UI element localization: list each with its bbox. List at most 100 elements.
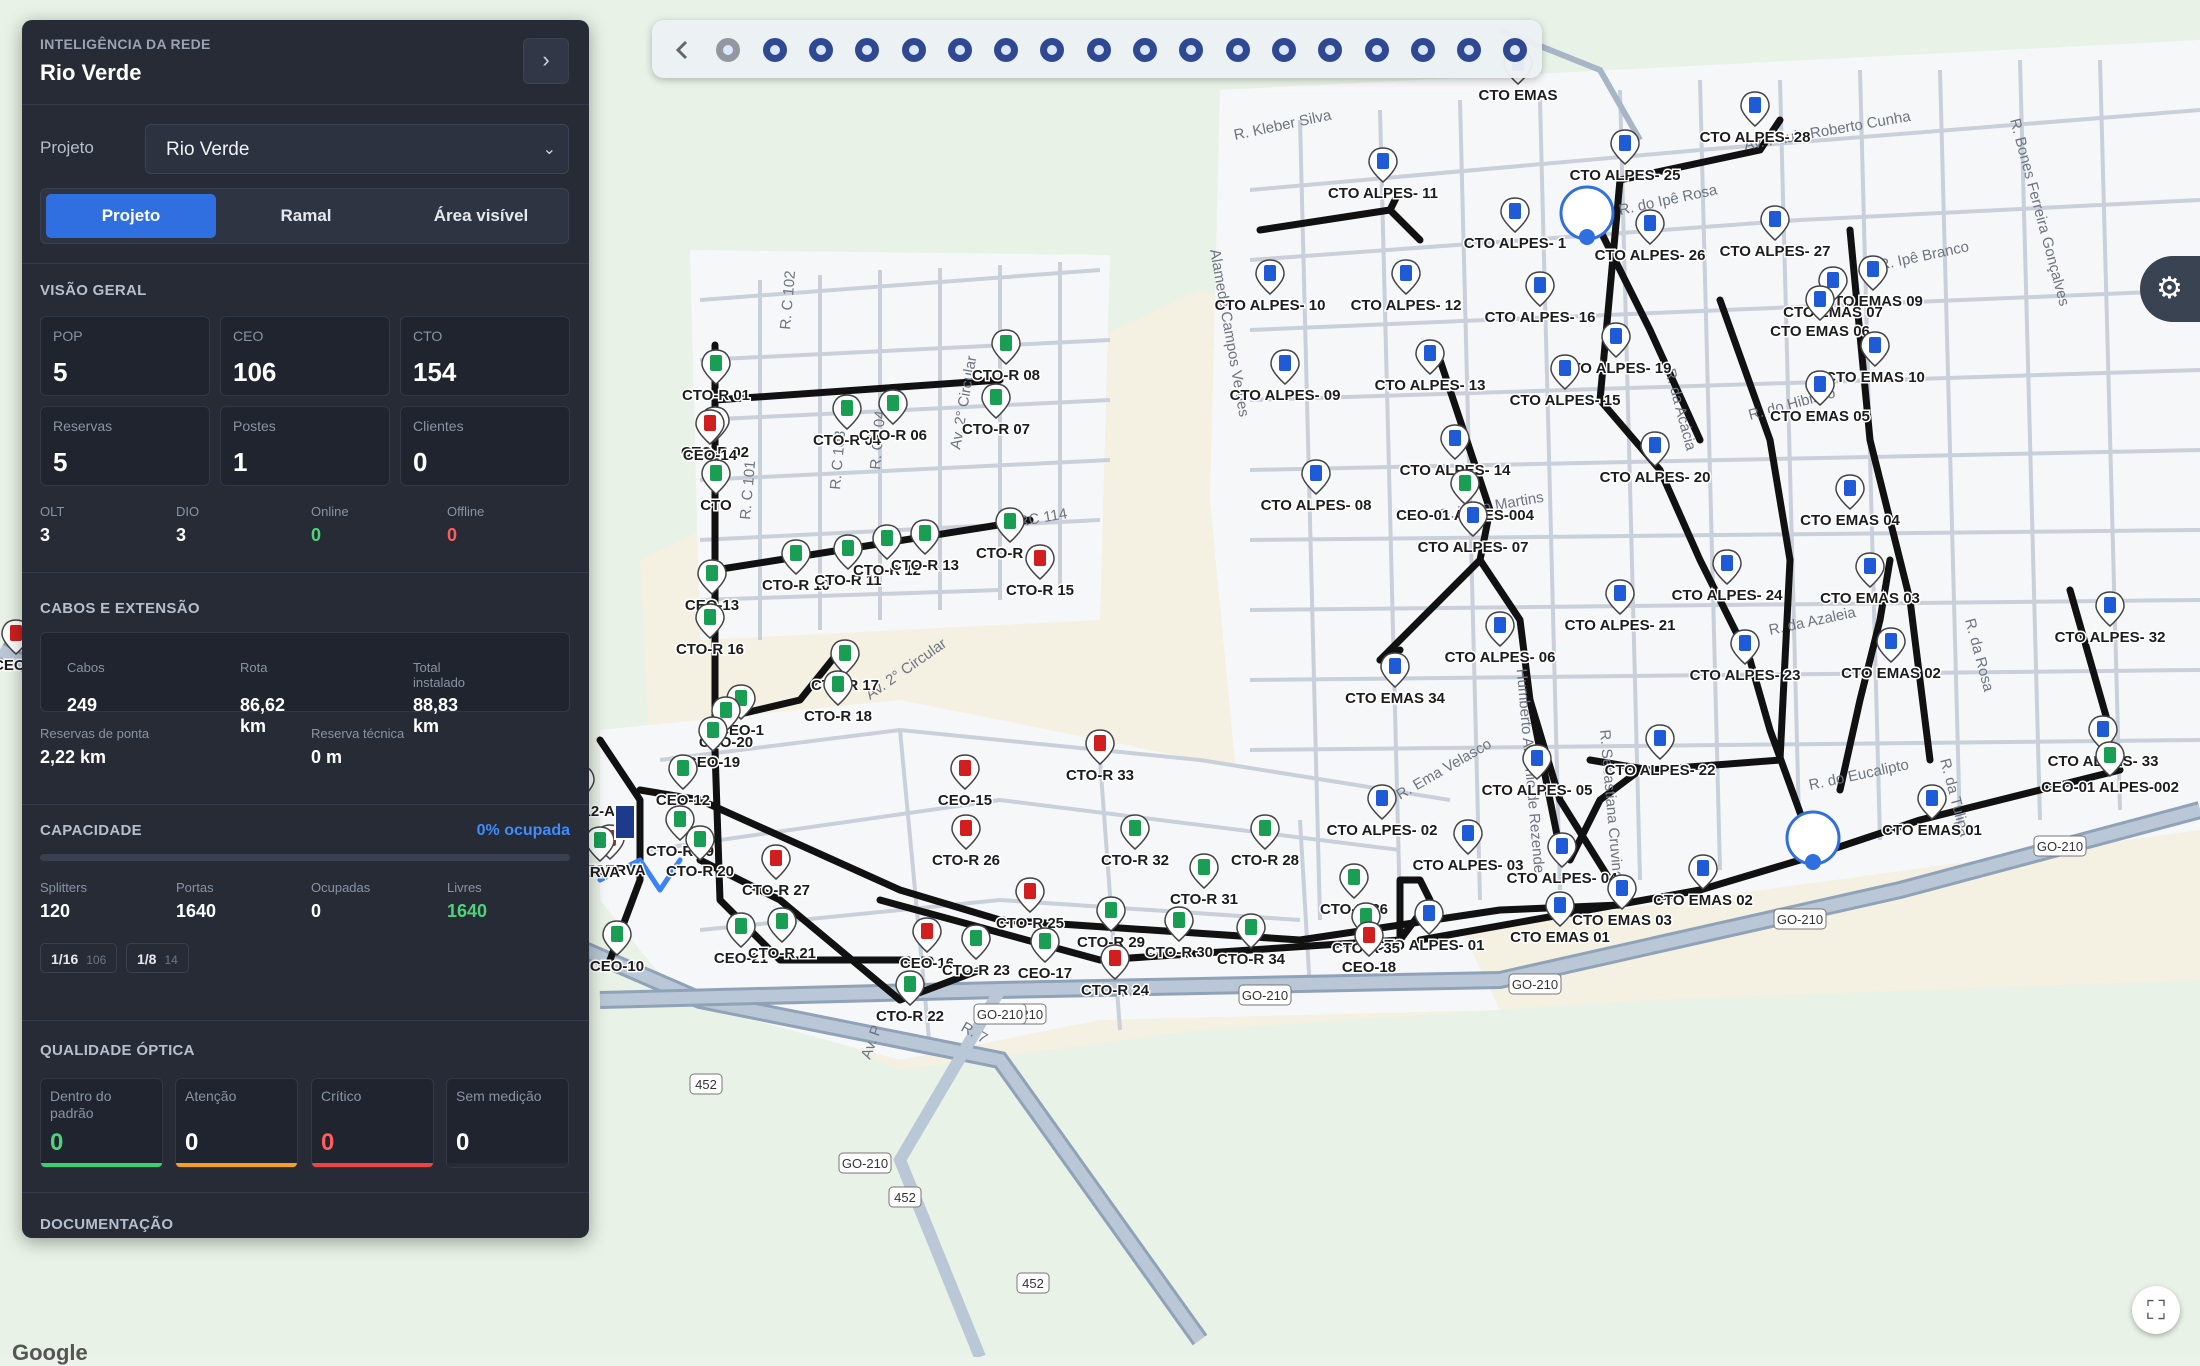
quality-value: 0 (456, 1129, 470, 1156)
marker-device-icon (720, 702, 732, 718)
shield-icon[interactable] (1453, 34, 1485, 66)
stat-label: Livres (447, 880, 482, 895)
marker-device-icon (839, 645, 851, 661)
marker-label: CTO-R 27 (742, 882, 810, 899)
documentation-heading: DOCUMENTAÇÃO (40, 1216, 174, 1233)
marker-label: CTO EMAS 04 (1800, 512, 1900, 529)
marker-label: CTO-R 08 (972, 367, 1040, 384)
marker-device-icon (1869, 337, 1881, 353)
cable-cut-icon[interactable] (1222, 34, 1254, 66)
cabinet-icon[interactable] (990, 34, 1022, 66)
stat-offline: Offline 0 (447, 504, 484, 546)
quality-within-standard: Dentro do padrão 0 (40, 1078, 163, 1168)
marker-label: CTO ALPES- 15 (1510, 392, 1621, 409)
marker-device-icon (1649, 437, 1661, 453)
marker-label: CEO-15 (938, 792, 992, 809)
stat-card-pop: POP 5 (40, 316, 210, 396)
antenna-icon[interactable] (1175, 34, 1207, 66)
marker-device-icon (1556, 838, 1568, 854)
layers-icon[interactable] (1361, 34, 1393, 66)
marker-device-icon (694, 831, 706, 847)
undo-icon[interactable] (759, 34, 791, 66)
cap-free: Livres 1640 (447, 880, 487, 922)
marker-label: CTO ALPES- 12 (1351, 297, 1462, 314)
marker-device-icon (1644, 215, 1656, 231)
marker-label: CTO-R 20 (666, 863, 734, 880)
splitter-icon[interactable] (1268, 34, 1300, 66)
marker-label: CTO-R 32 (1101, 852, 1169, 869)
gear-icon[interactable] (712, 34, 744, 66)
stat-value: 1 (233, 447, 248, 477)
capacity-occupied: 0% ocupada (476, 822, 570, 839)
cables-card: Cabos 249 Rota 86,62 km Total instalado 88,… (40, 632, 570, 736)
settings-button[interactable]: ⚙ (2140, 256, 2200, 322)
stat-label: Clientes (413, 418, 464, 434)
stat-card-cto: CTO 154 (400, 316, 570, 396)
road-shield-label: 452 (695, 1077, 717, 1092)
stat-value: 5 (53, 357, 68, 387)
marker-device-icon (1198, 859, 1210, 875)
marker-device-icon (1034, 550, 1046, 566)
target-icon[interactable] (1129, 34, 1161, 66)
divider (22, 1020, 589, 1021)
building-shape (614, 804, 636, 840)
network-intelligence-panel: INTELIGÊNCIA DA REDE Rio Verde › Projeto… (22, 20, 589, 1238)
cluster-badge (1805, 854, 1821, 870)
marker-device-icon (710, 355, 722, 371)
road-shield-label: GO-210 (1512, 977, 1558, 992)
marker-label: CTO ALPES- 27 (1720, 243, 1831, 260)
quality-value: 0 (50, 1129, 64, 1156)
stat-label: OLT (40, 504, 65, 519)
marker-label: CTO EMAS 01 (1510, 929, 1610, 946)
road-shield-label: GO-210 (1777, 912, 1823, 927)
stat-value: 0 m (311, 747, 343, 767)
user-pin-icon[interactable] (1499, 34, 1531, 66)
zoom-in-icon[interactable] (851, 34, 883, 66)
crosshair-icon[interactable] (805, 34, 837, 66)
reserve-technical: Reserva técnica 0 m (311, 726, 404, 768)
divider (22, 1192, 589, 1193)
marker-device-icon (1697, 860, 1709, 876)
marker-label: CTO ALPES- 16 (1485, 309, 1596, 326)
marker-label: CTO EMAS (1479, 87, 1558, 104)
filter-icon[interactable] (1407, 34, 1439, 66)
stat-value: 0 (311, 901, 322, 921)
camera-icon[interactable] (944, 34, 976, 66)
marker-device-icon (1616, 880, 1628, 896)
marker-device-icon (1467, 507, 1479, 523)
marker-device-icon (594, 832, 606, 848)
tab-ramal[interactable]: Ramal (221, 194, 391, 238)
marker-label: CTO-R 33 (1066, 767, 1134, 784)
tab-area-visivel[interactable]: Área visível (396, 194, 566, 238)
pole-icon[interactable] (1036, 34, 1068, 66)
project-select[interactable]: Rio Verde ⌄ (145, 124, 569, 174)
road-shield-label: 452 (1022, 1276, 1044, 1291)
marker-device-icon (1000, 335, 1012, 351)
quality-attention: Atenção 0 (175, 1078, 298, 1168)
trash-icon[interactable] (1314, 34, 1346, 66)
zoom-out-icon[interactable] (898, 34, 930, 66)
marker-label: CTO ALPES- 1 (1464, 235, 1567, 252)
fullscreen-button[interactable]: ⛶ (2132, 1286, 2180, 1334)
marker-device-icon (1494, 617, 1506, 633)
tab-projeto[interactable]: Projeto (46, 194, 216, 238)
marker-device-icon (1109, 950, 1121, 966)
scope-tabs: Projeto Ramal Área visível (40, 188, 569, 244)
stat-label: Ocupadas (311, 880, 371, 895)
quality-no-measurement: Sem medição 0 (446, 1078, 569, 1168)
back-chevron-icon[interactable] (666, 34, 698, 66)
marker-label: CTO-R 22 (876, 1008, 944, 1025)
expand-panel-button[interactable]: › (523, 38, 569, 84)
stat-label: CEO (233, 328, 264, 344)
stat-label: Cabos (67, 660, 105, 675)
stat-label: CTO (413, 328, 443, 344)
marker-label: CTO ALPES- 28 (1700, 129, 1811, 146)
marker-label: CTO ALPES- 25 (1570, 167, 1681, 184)
stat-label: DIO (176, 504, 200, 519)
quality-label: Atenção (185, 1088, 237, 1104)
cap-splitters: Splitters 120 (40, 880, 87, 922)
marker-device-icon (881, 530, 893, 546)
marker-device-icon (1400, 265, 1412, 281)
stat-label: Offline (447, 504, 485, 519)
building-icon[interactable] (1083, 34, 1115, 66)
